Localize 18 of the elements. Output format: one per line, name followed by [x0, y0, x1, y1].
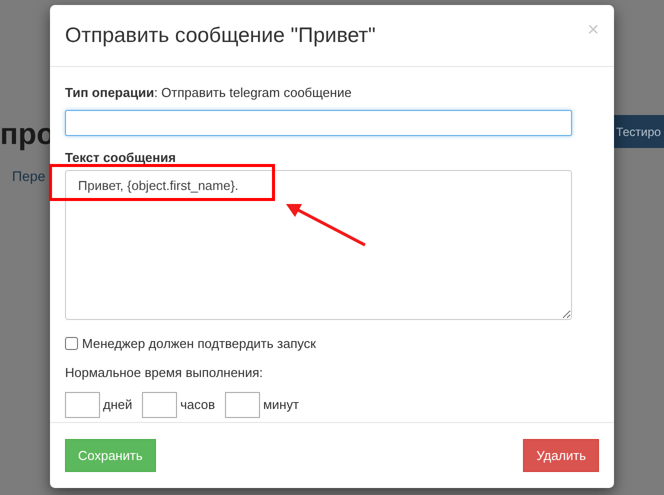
field-label: Текст сообщения [65, 148, 177, 166]
input-field[interactable] [65, 110, 572, 136]
dialog-title: Отправить сообщение "Привет" [65, 22, 376, 49]
number-field[interactable] [65, 392, 100, 418]
delete-button[interactable]: Удалить [523, 439, 599, 472]
checkbox[interactable] [65, 337, 78, 350]
operation-type: Тип операции: Отправить telegram сообщение [65, 84, 353, 102]
message-field[interactable]: Привет, {object.first_name}. [65, 170, 572, 320]
test-button[interactable]: Тестиро [612, 115, 664, 148]
number-field[interactable] [225, 392, 260, 418]
number-field[interactable] [142, 392, 178, 418]
page-link[interactable]: Пере [12, 166, 46, 187]
unit-label: минут [263, 396, 299, 414]
unit-label: дней [103, 396, 132, 414]
checkbox-label: Менеджер должен подтвердить запуск [82, 335, 316, 353]
unit-label: часов [180, 396, 216, 414]
duration-label: Нормальное время выполнения: [65, 364, 264, 382]
save-button[interactable]: Сохранить [65, 439, 156, 472]
